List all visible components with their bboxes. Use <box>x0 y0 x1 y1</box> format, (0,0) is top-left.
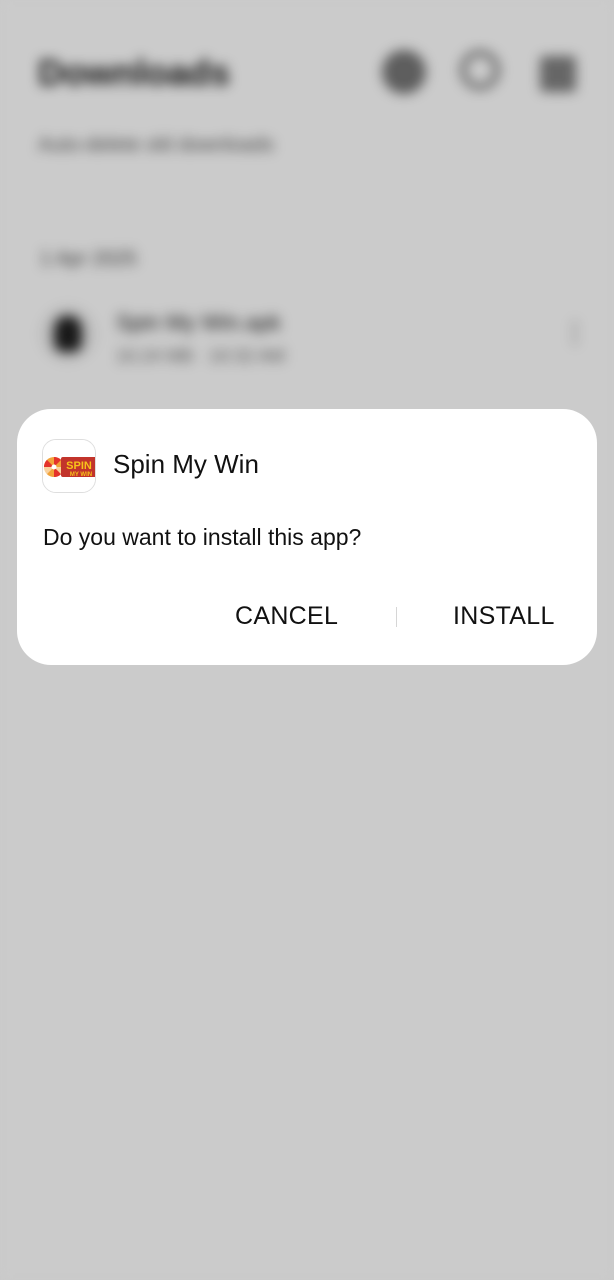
logo-wordmark-top: SPIN <box>66 460 92 472</box>
install-prompt-message: Do you want to install this app? <box>43 524 362 550</box>
logo-wordmark-bottom: MY WIN <box>70 472 92 478</box>
spin-my-win-logo-icon: SPIN MY WIN <box>42 439 96 493</box>
button-divider <box>396 607 397 627</box>
cancel-button[interactable]: CANCEL <box>235 598 338 634</box>
install-dialog: SPIN MY WIN Spin My Win Do you want to i… <box>17 409 597 665</box>
spin-my-win-logo: SPIN MY WIN <box>43 440 95 492</box>
install-button[interactable]: INSTALL <box>453 598 555 634</box>
app-name: Spin My Win <box>113 449 259 479</box>
